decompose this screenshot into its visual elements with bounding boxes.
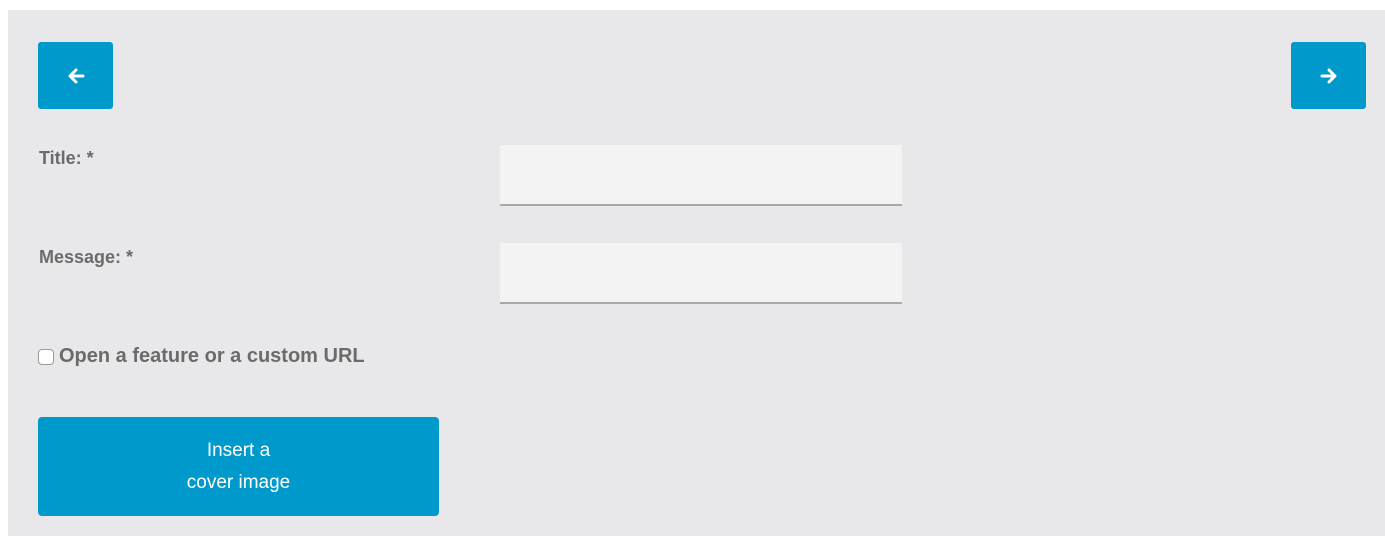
custom-url-checkbox[interactable] [38,348,54,365]
cover-button-line-1: Insert a [206,439,271,461]
next-button[interactable] [1291,42,1366,109]
arrow-left-icon [68,68,84,83]
message-label: Message: * [39,247,134,267]
previous-button[interactable] [38,42,113,109]
custom-url-checkbox-label[interactable]: Open a feature or a custom URL [59,345,365,368]
cover-button-line-2: cover image [186,471,291,493]
custom-url-option[interactable]: Open a feature or a custom URL [38,345,365,368]
message-input[interactable] [500,243,902,304]
arrow-right-icon [1320,68,1336,83]
title-input[interactable] [500,145,902,206]
insert-cover-image-button[interactable]: Insert a cover image [38,417,439,516]
title-label: Title: * [39,148,94,168]
